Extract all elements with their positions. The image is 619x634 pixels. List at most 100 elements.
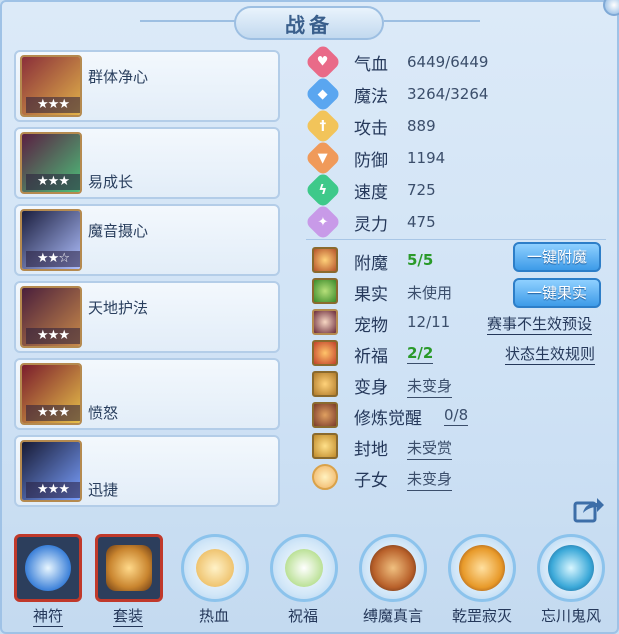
stat-value: 725 (407, 181, 436, 199)
stat-attack: † 攻击 889 (304, 107, 436, 145)
feature-label: 子女 (354, 471, 388, 491)
equipment-set-icon (106, 545, 152, 591)
feature-value: 5/5 (407, 251, 434, 269)
stat-label: 防御 (354, 150, 388, 171)
binding-mantra-icon (370, 545, 416, 591)
share-icon[interactable] (573, 495, 605, 523)
feature-label: 变身 (354, 378, 388, 398)
status-rules-link[interactable]: 状态生效规则 (505, 343, 596, 365)
tab-label[interactable]: 乾罡寂灭 (452, 605, 512, 626)
transform-icon (312, 371, 338, 397)
tab-rune[interactable] (14, 534, 82, 602)
blessing-icon (312, 340, 338, 366)
skill-card[interactable]: ★★★ 天地护法 (14, 281, 280, 353)
skill-card[interactable]: ★★☆ 魔音摄心 (14, 204, 280, 276)
wangchuan-icon (548, 545, 594, 591)
feature-value[interactable]: 未变身 (407, 375, 453, 398)
skill-name: 魔音摄心 (88, 222, 149, 240)
one-click-enchant-button[interactable]: 一键附魔 (513, 242, 601, 272)
territory-icon (312, 433, 338, 459)
shield-icon: ▼ (304, 139, 342, 177)
skill-name: 群体净心 (88, 68, 149, 86)
skill-icon: ★★★ (20, 440, 82, 502)
feature-value: 12/11 (407, 313, 451, 331)
spirit-icon: ✦ (304, 203, 342, 241)
skill-icon: ★★☆ (20, 209, 82, 271)
skill-name: 迅捷 (88, 481, 119, 499)
star-rating: ★★★ (26, 97, 80, 113)
skill-card[interactable]: ★★★ 愤怒 (14, 358, 280, 430)
skill-card[interactable]: ★★★ 群体净心 (14, 50, 280, 122)
feature-label: 宠物 (354, 316, 388, 336)
cultivation-icon (312, 402, 338, 428)
stat-mp: ◆ 魔法 3264/3264 (304, 75, 488, 113)
star-rating: ★★☆ (26, 251, 80, 267)
skill-card[interactable]: ★★★ 迅捷 (14, 435, 280, 507)
mana-icon: ◆ (304, 75, 342, 113)
section-divider (306, 239, 606, 240)
tab-label[interactable]: 热血 (199, 605, 229, 626)
heart-icon: ♥ (304, 43, 342, 81)
tab-binding-mantra[interactable] (359, 534, 427, 602)
feature-label: 果实 (354, 285, 388, 305)
feature-label: 祈福 (354, 347, 388, 367)
star-rating: ★★★ (26, 482, 80, 498)
stat-label: 速度 (354, 182, 388, 203)
stat-value: 3264/3264 (407, 85, 489, 103)
qiangang-icon (459, 545, 505, 591)
feature-label: 封地 (354, 440, 388, 460)
skill-card[interactable]: ★★★ 易成长 (14, 127, 280, 199)
pet-avatar-icon (312, 309, 338, 335)
skill-name: 易成长 (88, 173, 134, 191)
stat-spirit: ✦ 灵力 475 (304, 203, 436, 241)
title-left-rule (140, 20, 236, 22)
feature-value[interactable]: 2/2 (407, 344, 434, 364)
event-preset-link[interactable]: 赛事不生效预设 (487, 313, 593, 335)
stat-label: 攻击 (354, 118, 388, 139)
tab-label[interactable]: 缚魔真言 (363, 605, 423, 626)
skill-name: 愤怒 (88, 404, 119, 422)
tab-fervor[interactable] (181, 534, 249, 602)
tab-label[interactable]: 祝福 (288, 605, 318, 626)
tab-label[interactable]: 套装 (113, 605, 144, 627)
stat-label: 魔法 (354, 86, 388, 107)
lightning-icon: ϟ (304, 171, 342, 209)
rune-icon (25, 545, 71, 591)
feature-value[interactable]: 0/8 (444, 406, 469, 426)
child-icon (312, 464, 338, 490)
stat-value: 1194 (407, 149, 446, 167)
feature-value: 未使用 (407, 284, 453, 302)
sword-icon: † (304, 107, 342, 145)
tab-label[interactable]: 神符 (33, 605, 64, 627)
skill-icon: ★★★ (20, 286, 82, 348)
tab-equipment-set[interactable] (95, 534, 163, 602)
fervor-icon (196, 549, 234, 587)
skill-icon: ★★★ (20, 363, 82, 425)
tab-label[interactable]: 忘川鬼风 (541, 605, 601, 626)
one-click-fruit-button[interactable]: 一键果实 (513, 278, 601, 308)
feature-label: 修炼觉醒 (354, 409, 422, 429)
stat-value: 889 (407, 117, 436, 135)
title-right-rule (384, 20, 480, 22)
tab-blessing[interactable] (270, 534, 338, 602)
blessing-leaf-icon (285, 549, 323, 587)
skill-icon: ★★★ (20, 55, 82, 117)
feature-value[interactable]: 未受赏 (407, 437, 453, 460)
feature-value[interactable]: 未变身 (407, 468, 453, 491)
enchant-icon (312, 247, 338, 273)
skill-name: 天地护法 (88, 299, 149, 317)
tab-wangchuan[interactable] (537, 534, 605, 602)
stat-value: 475 (407, 213, 436, 231)
feature-label: 附魔 (354, 254, 388, 274)
star-rating: ★★★ (26, 174, 80, 190)
stat-hp: ♥ 气血 6449/6449 (304, 43, 488, 81)
stat-speed: ϟ 速度 725 (304, 171, 436, 209)
star-rating: ★★★ (26, 328, 80, 344)
stat-defense: ▼ 防御 1194 (304, 139, 445, 177)
tab-qiangang[interactable] (448, 534, 516, 602)
skill-icon: ★★★ (20, 132, 82, 194)
stat-value: 6449/6449 (407, 53, 489, 71)
window-title-text: 战备 (285, 12, 333, 37)
stat-label: 灵力 (354, 214, 388, 235)
window-title: 战备 (234, 6, 384, 40)
